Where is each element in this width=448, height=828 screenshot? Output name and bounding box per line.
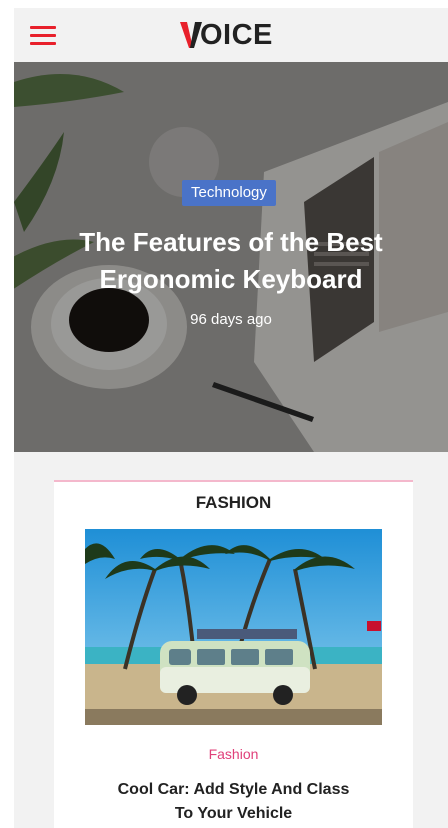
site-logo[interactable]: OICE bbox=[180, 20, 273, 50]
van-beach-image bbox=[85, 529, 382, 725]
featured-article[interactable]: Technology The Features of the Best Ergo… bbox=[14, 62, 448, 452]
top-bar: OICE bbox=[14, 8, 448, 62]
app-frame: OICE Technology The Features of the Best… bbox=[14, 8, 448, 828]
card-category[interactable]: Fashion bbox=[54, 746, 413, 762]
logo-text: OICE bbox=[200, 19, 273, 51]
fashion-card: FASHION Fashion Cool Car: Add Style And … bbox=[54, 480, 413, 828]
card-title[interactable]: Cool Car: Add Style And Class To Your Ve… bbox=[114, 778, 353, 826]
card-image[interactable] bbox=[85, 529, 382, 725]
hero-title[interactable]: The Features of the Best Ergonomic Keybo… bbox=[14, 224, 448, 298]
hero-category-badge[interactable]: Technology bbox=[182, 180, 276, 206]
hamburger-menu-icon[interactable] bbox=[30, 26, 56, 46]
hero-date: 96 days ago bbox=[190, 311, 272, 328]
card-section-title[interactable]: FASHION bbox=[54, 482, 413, 524]
logo-v-mark bbox=[180, 22, 202, 48]
